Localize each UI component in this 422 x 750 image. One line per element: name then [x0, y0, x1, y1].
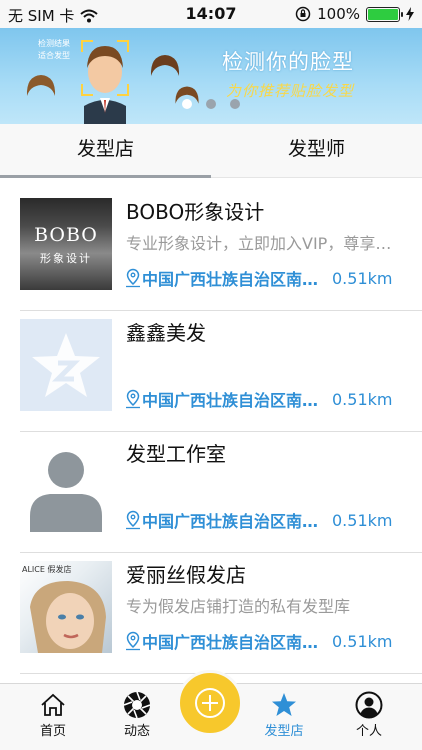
nav-profile-label: 个人	[355, 724, 382, 739]
shop-description: 专为假发店铺打造的私有发型库	[126, 597, 351, 616]
shop-location: 中国广西壮族自治区南宁市 0.51km	[124, 266, 392, 290]
shop-name: 鑫鑫美发	[126, 321, 206, 345]
shop-distance: 0.51km	[332, 631, 393, 651]
shop-address: 中国广西壮族自治区南宁市	[142, 391, 328, 410]
shop-location: 中国广西壮族自治区南宁市 0.51km	[124, 387, 392, 411]
banner-page-indicator[interactable]	[182, 99, 240, 109]
banner-small-text-2: 适合发型	[38, 51, 70, 60]
face-scan-illustration	[81, 40, 129, 124]
banner-small-text: 检测结果 适合发型	[38, 38, 70, 62]
list-item[interactable]: BOBO 形象设计 BOBO形象设计 专业形象设计，立即加入VIP，尊享折扣 中…	[0, 190, 422, 311]
promo-banner[interactable]: 检测结果 适合发型 检测你的脸型 为你推荐贴脸发型	[0, 28, 422, 124]
shop-thumbnail: BOBO 形象设计	[20, 198, 112, 290]
nav-home[interactable]: 首页	[18, 690, 88, 739]
nav-profile[interactable]: 个人	[334, 690, 404, 739]
home-icon	[41, 693, 65, 716]
shop-name: 发型工作室	[126, 442, 226, 466]
tab-stylists[interactable]: 发型师	[211, 124, 422, 177]
nav-moments-label: 动态	[123, 724, 150, 739]
thumbnail-logo-text: BOBO	[34, 224, 98, 246]
page-dot[interactable]	[206, 99, 216, 109]
create-fab-button[interactable]	[177, 670, 243, 736]
location-pin-icon	[126, 631, 140, 651]
charging-icon	[406, 7, 414, 21]
shop-address: 中国广西壮族自治区南宁市	[142, 270, 328, 289]
list-item[interactable]: 发型工作室 中国广西壮族自治区南宁市 0.51km	[0, 432, 422, 553]
hairstyle-sample-icon	[150, 55, 180, 76]
nav-shops-label: 发型店	[264, 724, 304, 739]
location-pin-icon	[126, 510, 140, 530]
star-placeholder-icon	[32, 333, 100, 397]
shop-description: 专业形象设计，立即加入VIP，尊享折扣	[126, 234, 406, 253]
segment-tabs: 发型店 发型师	[0, 124, 422, 178]
nav-moments[interactable]: 动态	[102, 690, 172, 739]
nav-shops[interactable]: 发型店	[249, 690, 319, 739]
hairstyle-sample-icon	[26, 75, 56, 96]
shop-thumbnail	[20, 440, 112, 532]
tab-hair-salons[interactable]: 发型店	[0, 124, 211, 178]
shop-address: 中国广西壮族自治区南宁市	[142, 512, 328, 531]
shop-list: BOBO 形象设计 BOBO形象设计 专业形象设计，立即加入VIP，尊享折扣 中…	[0, 190, 422, 674]
battery-percent: 100%	[317, 5, 360, 23]
shop-name: 爱丽丝假发店	[126, 563, 246, 587]
location-pin-icon	[126, 268, 140, 288]
shop-distance: 0.51km	[332, 268, 393, 288]
banner-small-text-1: 检测结果	[38, 39, 70, 48]
page-dot[interactable]	[182, 99, 192, 109]
plus-circle-icon	[195, 688, 225, 718]
thumbnail-brand-text: ALICE 假发店	[22, 565, 72, 574]
shop-name: BOBO形象设计	[126, 200, 265, 224]
list-item[interactable]: 鑫鑫美发 中国广西壮族自治区南宁市 0.51km	[0, 311, 422, 432]
aperture-icon	[123, 691, 151, 719]
status-bar: 无 SIM 卡 14:07 100%	[0, 0, 422, 28]
shop-thumbnail: ALICE 假发店	[20, 561, 112, 653]
shop-address: 中国广西壮族自治区南宁市	[142, 633, 328, 652]
shop-location: 中国广西壮族自治区南宁市 0.51km	[124, 629, 392, 653]
banner-subtitle: 为你推荐贴脸发型	[226, 82, 355, 100]
thumbnail-logo-subtext: 形象设计	[40, 252, 92, 265]
shop-thumbnail	[20, 319, 112, 411]
page-dot[interactable]	[230, 99, 240, 109]
shop-distance: 0.51km	[332, 389, 393, 409]
status-right: 100%	[295, 5, 414, 23]
shop-location: 中国广西壮族自治区南宁市 0.51km	[124, 508, 392, 532]
orientation-lock-icon	[295, 6, 311, 22]
list-item[interactable]: ALICE 假发店 爱丽丝假发店 专为假发店铺打造的私有发型库 中国广西壮族自治…	[0, 553, 422, 674]
star-icon	[272, 693, 296, 716]
model-portrait-illustration	[30, 581, 106, 653]
banner-title: 检测你的脸型	[222, 50, 354, 74]
person-icon	[355, 691, 383, 719]
nav-home-label: 首页	[39, 724, 66, 739]
battery-icon	[366, 6, 403, 22]
battery-level	[368, 8, 398, 20]
avatar-placeholder-icon	[30, 452, 102, 532]
location-pin-icon	[126, 389, 140, 409]
shop-distance: 0.51km	[332, 510, 393, 530]
